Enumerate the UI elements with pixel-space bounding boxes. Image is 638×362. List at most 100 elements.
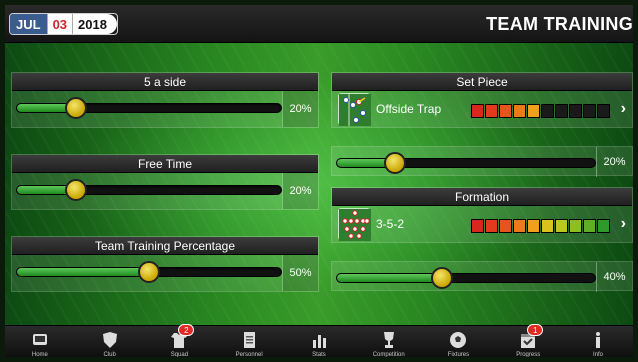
formation-slider[interactable]: 40%: [331, 261, 633, 292]
rating-segment: [541, 104, 554, 118]
training-area: 5 a side 20% Free Time 20% Team Training…: [5, 43, 633, 325]
nav-label: Fixtures: [447, 352, 470, 357]
rating-segment: [541, 219, 554, 233]
panel-team-training-percentage: Team Training Percentage 50%: [11, 236, 319, 292]
slider-track[interactable]: [336, 273, 596, 283]
slider-knob[interactable]: [383, 152, 406, 174]
nav-label: Stats: [312, 352, 326, 357]
rating-segment: [597, 104, 610, 118]
slider-percent: 20%: [282, 173, 318, 209]
nav-label: Home: [31, 352, 48, 357]
rating-segment: [583, 219, 596, 233]
info-icon: [588, 330, 608, 350]
nav-label: Competition: [372, 352, 405, 357]
formation-name: 3-5-2: [376, 217, 405, 231]
nav-label: Club: [103, 352, 116, 357]
nav-item-competition[interactable]: Competition: [360, 326, 418, 357]
formation-rating-bar: [471, 219, 610, 233]
slider-percent: 20%: [596, 147, 632, 177]
slider-track[interactable]: [16, 103, 282, 113]
home-icon: [30, 330, 50, 350]
slider-knob[interactable]: [64, 179, 87, 201]
free-time-slider[interactable]: 20%: [12, 173, 318, 209]
slider-percent: 20%: [282, 91, 318, 127]
date-year: 2018: [72, 14, 117, 34]
rating-segment: [527, 104, 540, 118]
rating-segment: [499, 104, 512, 118]
slider-fill: [17, 104, 70, 112]
chevron-right-icon[interactable]: ›: [621, 215, 626, 233]
set-piece-selector[interactable]: Offside Trap ›: [332, 91, 632, 127]
notification-badge: 2: [178, 324, 195, 336]
slider-fill: [17, 268, 149, 276]
slider-track[interactable]: [16, 185, 282, 195]
rating-segment: [513, 219, 526, 233]
nav-item-progress[interactable]: Progress 1: [499, 324, 557, 357]
rating-segment: [555, 104, 568, 118]
rating-segment: [583, 104, 596, 118]
slider-track[interactable]: [336, 158, 596, 168]
set-piece-diagram-icon: [338, 93, 371, 126]
top-bar: JUL 03 2018 TEAM TRAINING: [5, 5, 633, 43]
shield-icon: [100, 330, 120, 350]
panel-set-piece: Set Piece Offside Trap ›: [331, 72, 633, 128]
date-day: 03: [46, 14, 73, 34]
nav-item-stats[interactable]: Stats: [290, 326, 348, 357]
panel-five-a-side: 5 a side 20%: [11, 72, 319, 128]
slider-fill: [337, 274, 441, 282]
page-title: TEAM TRAINING: [486, 14, 633, 34]
nav-item-fixtures[interactable]: Fixtures: [429, 326, 487, 357]
panel-header-team-training: Team Training Percentage: [12, 237, 318, 255]
panel-free-time: Free Time 20%: [11, 154, 319, 210]
set-piece-rating-bar: [471, 104, 610, 118]
set-piece-slider[interactable]: 20%: [331, 146, 633, 177]
nav-item-squad[interactable]: Squad 2: [150, 324, 208, 357]
slider-percent: 50%: [282, 255, 318, 291]
nav-label: Personnel: [235, 352, 263, 357]
panel-header-formation: Formation: [332, 188, 632, 206]
five-a-side-slider[interactable]: 20%: [12, 91, 318, 127]
nav-item-info[interactable]: Info: [569, 326, 627, 357]
formation-selector[interactable]: 3-5-2 ›: [332, 206, 632, 242]
slider-knob[interactable]: [138, 261, 160, 283]
bar-chart-icon: [309, 330, 329, 350]
rating-segment: [569, 104, 582, 118]
slider-knob[interactable]: [64, 97, 87, 119]
panel-formation: Formation 3-5-2 ›: [331, 187, 633, 243]
slider-fill: [17, 186, 70, 194]
bottom-nav: Home Club Squad 2 Personnel Stats Competition F…: [5, 324, 633, 357]
nav-item-home[interactable]: Home: [11, 326, 69, 357]
formation-diagram-icon: [338, 208, 371, 241]
slider-percent: 40%: [596, 262, 632, 292]
chevron-right-icon[interactable]: ›: [621, 100, 626, 118]
nav-label: Squad: [170, 352, 189, 357]
app-screen: JUL 03 2018 TEAM TRAINING 5 a side 20% F…: [5, 5, 633, 357]
nav-label: Progress: [516, 352, 541, 357]
panel-header-free-time: Free Time: [12, 155, 318, 173]
football-icon: [448, 330, 468, 350]
nav-item-personnel[interactable]: Personnel: [220, 326, 278, 357]
nav-label: Info: [592, 352, 603, 357]
panel-header-five-a-side: 5 a side: [12, 73, 318, 91]
rating-segment: [471, 219, 484, 233]
document-icon: [239, 330, 259, 350]
date-display: JUL 03 2018: [9, 13, 118, 35]
trophy-icon: [379, 330, 399, 350]
panel-header-set-piece: Set Piece: [332, 73, 632, 91]
notification-badge: 1: [527, 324, 544, 336]
team-training-slider[interactable]: 50%: [12, 255, 318, 291]
slider-fill: [337, 159, 389, 167]
rating-segment: [597, 219, 610, 233]
rating-segment: [485, 104, 498, 118]
rating-segment: [513, 104, 526, 118]
nav-item-club[interactable]: Club: [81, 326, 139, 357]
set-piece-name: Offside Trap: [376, 102, 442, 116]
slider-knob[interactable]: [431, 267, 454, 289]
rating-segment: [485, 219, 498, 233]
date-month: JUL: [10, 14, 47, 34]
rating-segment: [555, 219, 568, 233]
rating-segment: [527, 219, 540, 233]
rating-segment: [569, 219, 582, 233]
rating-segment: [499, 219, 512, 233]
rating-segment: [471, 104, 484, 118]
